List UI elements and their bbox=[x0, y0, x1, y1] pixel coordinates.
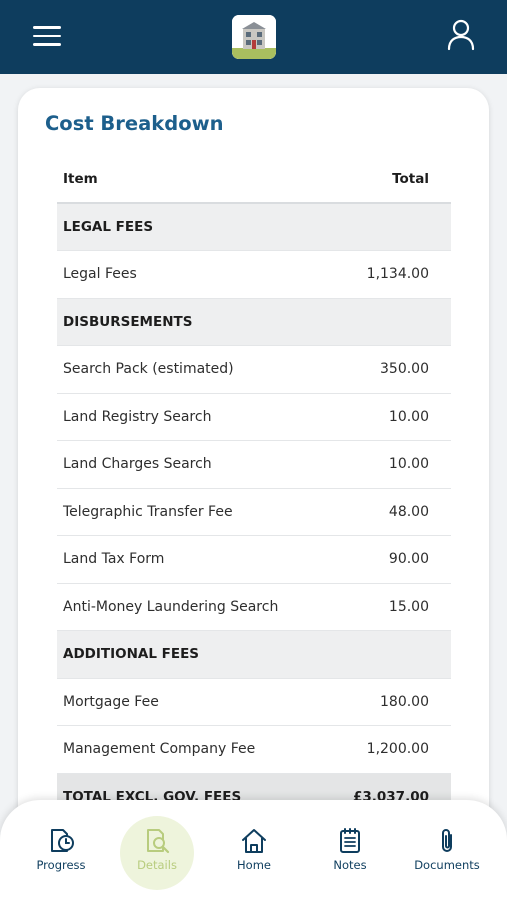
nav-label: Home bbox=[237, 858, 271, 872]
item-label: Legal Fees bbox=[63, 266, 137, 283]
user-profile-icon[interactable] bbox=[446, 18, 476, 52]
paperclip-icon bbox=[442, 829, 452, 852]
item-total: 10.00 bbox=[388, 408, 429, 425]
table-row: Telegraphic Transfer Fee 48.00 bbox=[57, 489, 451, 536]
section-label: LEGAL FEES bbox=[63, 218, 154, 235]
notes-notepad-icon bbox=[340, 828, 360, 853]
item-label: Land Registry Search bbox=[63, 408, 212, 425]
nav-label: Documents bbox=[414, 858, 480, 872]
item-total: 10.00 bbox=[388, 456, 429, 473]
table-row: Management Company Fee 1,200.00 bbox=[57, 726, 451, 774]
item-label: Management Company Fee bbox=[63, 741, 256, 758]
nav-label: Progress bbox=[36, 858, 86, 872]
section-row-legal-fees: LEGAL FEES bbox=[57, 203, 451, 251]
item-label: Telegraphic Transfer Fee bbox=[63, 503, 233, 520]
section-row-additional-fees: ADDITIONAL FEES bbox=[57, 631, 451, 679]
bottom-navigation: Progress Details Home Notes Documents bbox=[0, 800, 507, 900]
item-label: Anti-Money Laundering Search bbox=[63, 598, 279, 615]
item-total: 90.00 bbox=[388, 551, 429, 568]
item-label: Land Tax Form bbox=[63, 551, 165, 568]
item-label: Mortgage Fee bbox=[63, 693, 159, 710]
nav-item-progress[interactable]: Progress bbox=[13, 800, 109, 900]
table-row: Search Pack (estimated) 350.00 bbox=[57, 346, 451, 394]
section-row-disbursements: DISBURSEMENTS bbox=[57, 298, 451, 346]
page-title: Cost Breakdown bbox=[45, 112, 224, 135]
table-row: Mortgage Fee 180.00 bbox=[57, 679, 451, 726]
table-row: Land Tax Form 90.00 bbox=[57, 536, 451, 584]
item-label: Search Pack (estimated) bbox=[63, 361, 234, 378]
table-row: Legal Fees 1,134.00 bbox=[57, 251, 451, 299]
app-logo[interactable] bbox=[232, 15, 276, 59]
section-label: ADDITIONAL FEES bbox=[63, 646, 200, 663]
progress-clock-icon bbox=[51, 829, 74, 852]
cost-table: Item Total LEGAL FEES Legal Fees 1,134.0… bbox=[57, 156, 451, 821]
cost-breakdown-card: Cost Breakdown Item Total LEGAL FEES Leg… bbox=[18, 88, 489, 848]
item-label: Land Charges Search bbox=[63, 456, 212, 473]
column-header-item: Item bbox=[63, 170, 98, 187]
nav-label: Details bbox=[137, 858, 177, 872]
item-total: 350.00 bbox=[380, 361, 429, 378]
table-row: Land Charges Search 10.00 bbox=[57, 441, 451, 489]
section-label: DISBURSEMENTS bbox=[63, 313, 193, 330]
item-total: 1,134.00 bbox=[366, 266, 429, 283]
home-icon bbox=[242, 829, 266, 853]
nav-item-documents[interactable]: Documents bbox=[399, 800, 495, 900]
table-row: Land Registry Search 10.00 bbox=[57, 394, 451, 441]
column-header-total: Total bbox=[392, 170, 429, 187]
item-total: 180.00 bbox=[380, 693, 429, 710]
hamburger-menu-icon[interactable] bbox=[33, 26, 61, 46]
nav-item-home[interactable]: Home bbox=[206, 800, 302, 900]
table-row: Anti-Money Laundering Search 15.00 bbox=[57, 584, 451, 631]
details-search-icon bbox=[147, 829, 170, 854]
nav-label: Notes bbox=[333, 858, 367, 872]
item-total: 15.00 bbox=[388, 598, 429, 615]
item-total: 1,200.00 bbox=[366, 741, 429, 758]
item-total: 48.00 bbox=[388, 503, 429, 520]
nav-item-notes[interactable]: Notes bbox=[302, 800, 398, 900]
nav-item-details[interactable]: Details bbox=[109, 800, 205, 900]
table-header-row: Item Total bbox=[57, 156, 451, 204]
top-app-bar bbox=[0, 0, 507, 74]
